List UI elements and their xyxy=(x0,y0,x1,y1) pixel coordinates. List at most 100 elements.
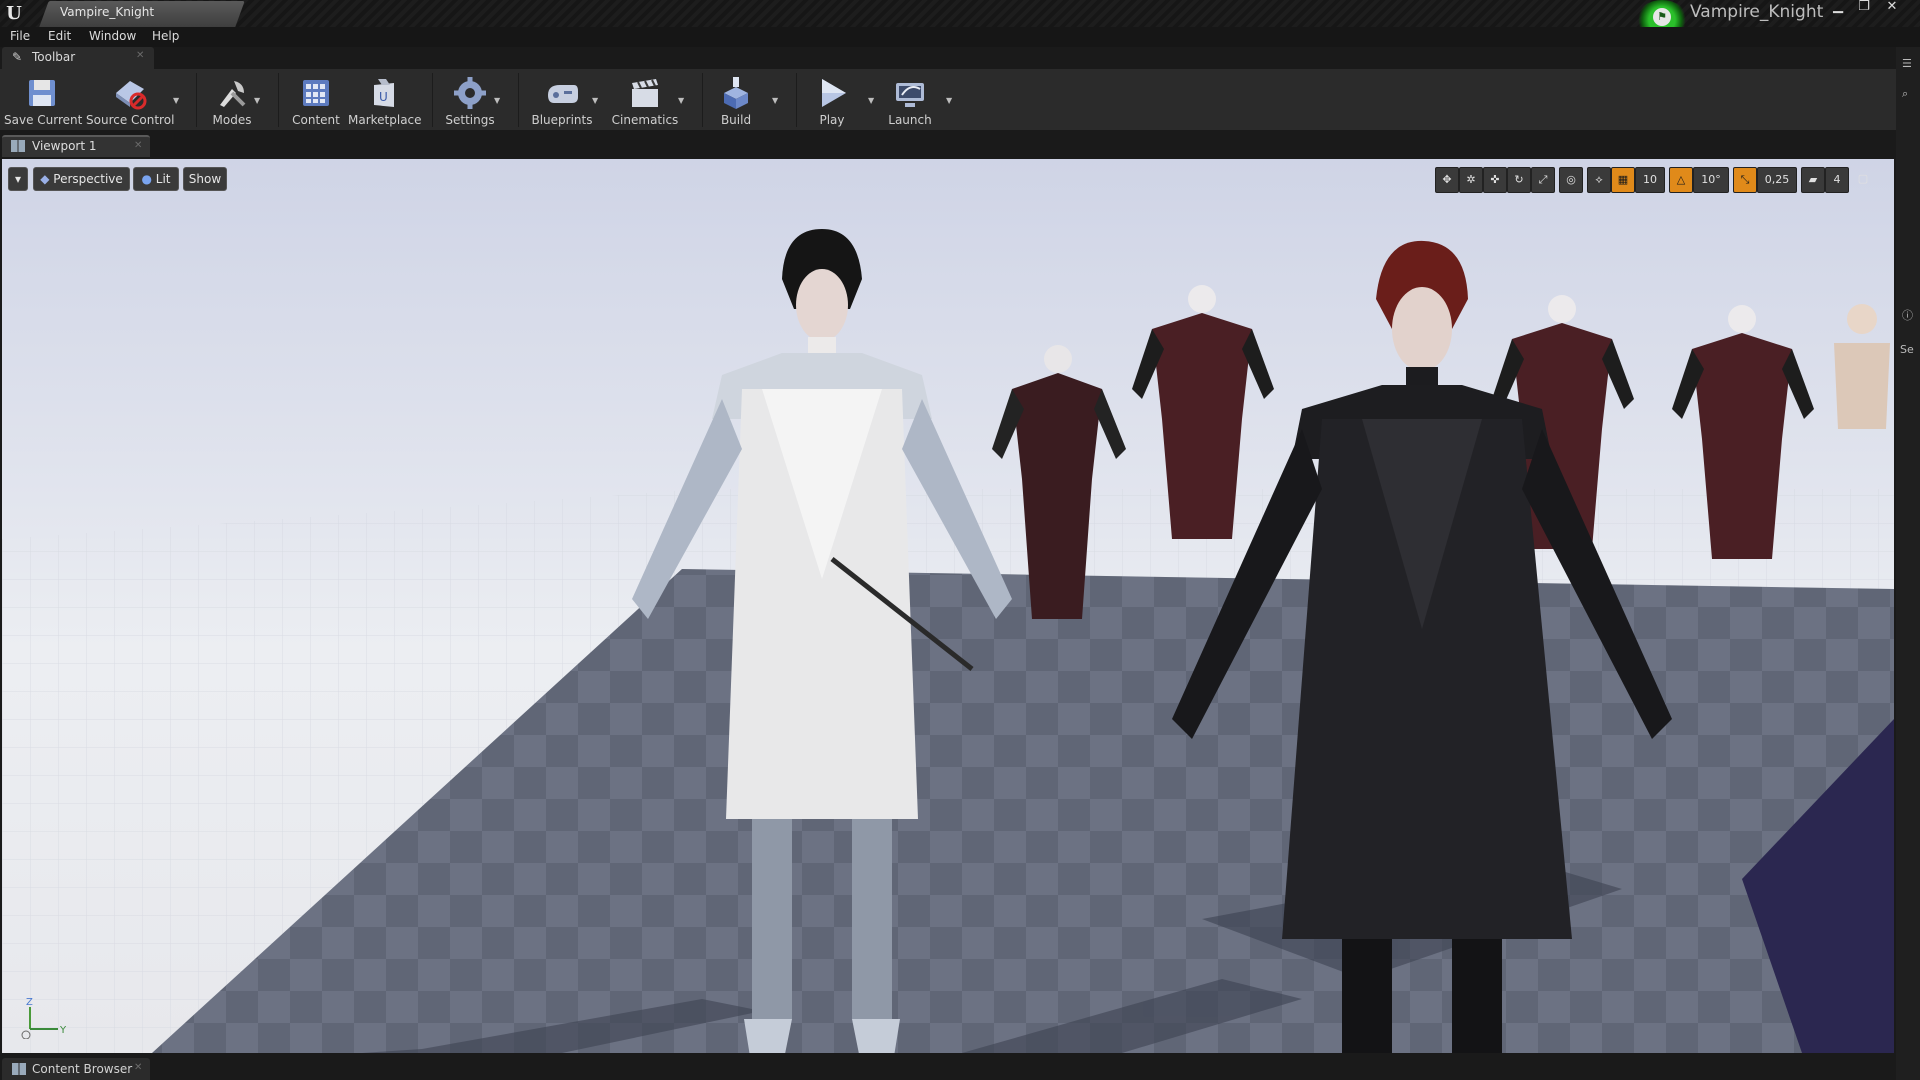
play-button[interactable]: Play xyxy=(808,71,856,129)
save-current-button[interactable]: Save Current xyxy=(4,71,82,129)
settings-label: Settings xyxy=(445,113,495,127)
source-control-dropdown-icon[interactable]: ▼ xyxy=(173,96,179,105)
translate-rotate-icon[interactable]: ✲ xyxy=(1459,167,1483,193)
show-button[interactable]: Show xyxy=(183,167,227,191)
separator xyxy=(432,73,433,127)
svg-text:Y: Y xyxy=(59,1025,67,1036)
rotation-snap-value[interactable]: 10° xyxy=(1693,167,1729,193)
separator xyxy=(278,73,279,127)
document-tab-label: Vampire_Knight xyxy=(60,5,155,19)
perspective-button[interactable]: ◆ Perspective xyxy=(33,167,130,191)
marketplace-icon: U xyxy=(374,79,394,107)
scene-render xyxy=(2,229,1894,1053)
camera-speed-value[interactable]: 4 xyxy=(1825,167,1849,193)
content-label: Content xyxy=(292,113,340,127)
save-icon xyxy=(29,80,55,106)
surface-snap-icon[interactable]: ⟡ xyxy=(1587,167,1611,193)
flag-icon: ⚑ xyxy=(1653,8,1671,26)
build-label: Build xyxy=(720,113,752,127)
modes-button[interactable]: Modes xyxy=(206,71,258,129)
separator xyxy=(702,73,703,127)
modes-icon xyxy=(220,81,246,107)
lit-label: Lit xyxy=(155,172,171,186)
scale-snap-value[interactable]: 0,25 xyxy=(1757,167,1797,193)
scale-snap-icon[interactable]: ⤡ xyxy=(1733,167,1757,193)
close-icon[interactable]: ✕ xyxy=(1880,0,1904,16)
menu-file[interactable]: File xyxy=(10,29,30,43)
launch-button[interactable]: Launch xyxy=(884,71,936,129)
camera-speed-icon[interactable]: ▰ xyxy=(1801,167,1825,193)
restore-icon[interactable]: ❐ xyxy=(1852,0,1876,16)
marketplace-button[interactable]: U Marketplace xyxy=(348,71,422,129)
cinematics-button[interactable]: Cinematics xyxy=(610,71,680,129)
svg-text:U: U xyxy=(379,90,388,104)
content-button[interactable]: Content xyxy=(288,71,344,129)
blueprints-icon xyxy=(548,85,578,103)
panel-icon[interactable]: ☰ xyxy=(1902,57,1912,70)
modes-dropdown-icon[interactable]: ▼ xyxy=(254,96,260,105)
play-icon xyxy=(822,79,846,107)
play-dropdown-icon[interactable]: ▼ xyxy=(868,96,874,105)
maximize-viewport-icon[interactable]: ▢ xyxy=(1853,167,1873,193)
menu-window[interactable]: Window xyxy=(89,29,136,43)
search-icon[interactable]: ⌕ xyxy=(1902,87,1908,101)
svg-text:Z: Z xyxy=(26,997,33,1008)
menu-bar: File Edit Window Help xyxy=(0,27,1920,47)
separator xyxy=(196,73,197,127)
modes-label: Modes xyxy=(212,113,252,127)
source-control-label: Source Control xyxy=(86,113,175,127)
wrench-icon: ✎ xyxy=(12,50,23,64)
build-icon xyxy=(724,77,748,109)
blueprints-button[interactable]: Blueprints xyxy=(530,71,594,129)
project-name: Vampire_Knight xyxy=(1690,2,1824,22)
viewport-tab[interactable]: Viewport 1 ✕ xyxy=(2,135,150,157)
close-icon[interactable]: ✕ xyxy=(134,140,142,151)
grid-snap-value[interactable]: 10 xyxy=(1635,167,1665,193)
settings-icon xyxy=(454,77,486,109)
viewport-tab-label: Viewport 1 xyxy=(32,139,97,153)
viewport-options-dropdown[interactable]: ▾ xyxy=(8,167,28,191)
separator xyxy=(518,73,519,127)
close-icon[interactable]: ✕ xyxy=(136,50,144,61)
menu-edit[interactable]: Edit xyxy=(48,29,71,43)
cinematics-dropdown-icon[interactable]: ▼ xyxy=(678,96,684,105)
viewport-icon xyxy=(11,140,25,152)
camera-icon: ◆ xyxy=(40,172,50,186)
content-browser-tab[interactable]: Content Browser ✕ xyxy=(2,1058,150,1080)
info-icon[interactable]: ⓘ xyxy=(1902,307,1913,323)
unreal-logo-icon[interactable]: U xyxy=(2,2,26,26)
rotate-arc-icon[interactable]: ↻ xyxy=(1507,167,1531,193)
marketplace-label: Marketplace xyxy=(348,113,422,127)
content-browser-label: Content Browser xyxy=(32,1062,133,1076)
content-browser-icon xyxy=(12,1063,26,1075)
toolbar-tab[interactable]: ✎ Toolbar ✕ xyxy=(2,47,154,69)
rotate-icon[interactable]: ✜ xyxy=(1483,167,1507,193)
lit-button[interactable]: ● Lit xyxy=(133,167,179,191)
world-local-icon[interactable]: ◎ xyxy=(1559,167,1583,193)
blueprints-dropdown-icon[interactable]: ▼ xyxy=(592,96,598,105)
lit-sphere-icon: ● xyxy=(141,172,152,186)
scale-icon[interactable]: ⤢ xyxy=(1531,167,1555,193)
translate-icon[interactable]: ✥ xyxy=(1435,167,1459,193)
build-dropdown-icon[interactable]: ▼ xyxy=(772,96,778,105)
separator xyxy=(796,73,797,127)
level-viewport[interactable]: ▾ ◆ Perspective ● Lit Show ✥ ✲ ✜ ↻ ⤢ ◎ ⟡… xyxy=(2,159,1894,1053)
source-control-button[interactable]: Source Control xyxy=(86,71,174,129)
close-icon[interactable]: ✕ xyxy=(134,1062,142,1073)
main-toolbar: Save Current Source Control ▼ Modes ▼ Co… xyxy=(0,69,1896,131)
title-bar: U Vampire_Knight ⚑ Vampire_Knight ▁ ❐ ✕ xyxy=(0,0,1920,40)
axis-gizmo: Z Y xyxy=(21,997,67,1039)
menu-help[interactable]: Help xyxy=(152,29,179,43)
play-label: Play xyxy=(819,113,845,127)
source-control-icon xyxy=(116,81,147,110)
settings-dropdown-icon[interactable]: ▼ xyxy=(494,96,500,105)
cinematics-label: Cinematics xyxy=(611,113,679,127)
launch-label: Launch xyxy=(888,113,932,127)
right-panel-label: Se xyxy=(1900,343,1914,356)
minimize-icon[interactable]: ▁ xyxy=(1826,0,1850,16)
grid-snap-icon[interactable]: ▦ xyxy=(1611,167,1635,193)
build-button[interactable]: Build xyxy=(714,71,758,129)
launch-dropdown-icon[interactable]: ▼ xyxy=(946,96,952,105)
settings-button[interactable]: Settings xyxy=(440,71,500,129)
rotation-snap-icon[interactable]: △ xyxy=(1669,167,1693,193)
